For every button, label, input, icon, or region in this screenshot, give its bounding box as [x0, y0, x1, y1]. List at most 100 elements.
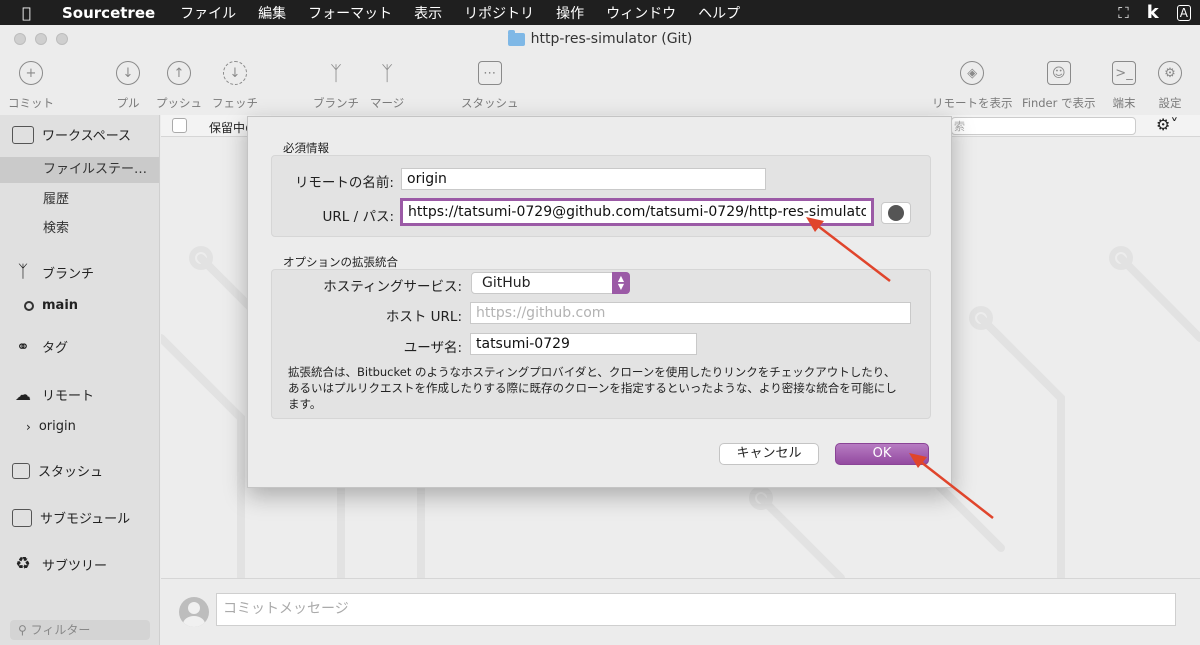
menu-format[interactable]: フォーマット — [308, 3, 392, 23]
branch-icon: ᛉ — [330, 61, 342, 85]
push-label: プッシュ — [156, 96, 202, 110]
sidebar-workspace[interactable]: ワークスペース — [12, 125, 131, 144]
sidebar-tags-label: タグ — [42, 341, 69, 356]
chevron-right-icon[interactable]: › — [26, 420, 31, 434]
select-all-checkbox[interactable] — [172, 118, 187, 133]
select-arrows-icon: ▲ ▼ — [612, 272, 630, 294]
host-url-input[interactable] — [470, 302, 911, 324]
sidebar-stashes-label: スタッシュ — [38, 465, 104, 480]
show-in-finder-button[interactable]: ☺ Finder で表示 — [1022, 61, 1096, 111]
a-app-icon[interactable]: A — [1176, 4, 1191, 21]
stash-icon — [12, 462, 30, 479]
menu-file[interactable]: ファイル — [180, 3, 236, 23]
hosting-service-label: ホスティングサービス: — [323, 279, 462, 295]
sidebar: ワークスペース ファイルステー… 履歴 検索 ᛉ ブランチ main ⚭ タグ … — [0, 115, 160, 645]
menu-edit[interactable]: 編集 — [258, 3, 286, 23]
sidebar-submodules[interactable]: サブモジュール — [12, 508, 130, 527]
stash-button[interactable]: ⋯ スタッシュ — [461, 61, 519, 111]
k-app-icon[interactable]: k — [1147, 2, 1159, 23]
username-label: ユーザ名: — [403, 340, 462, 356]
optional-integration-heading: オプションの拡張統合 — [283, 255, 398, 269]
window-controls — [14, 33, 68, 45]
commit-button[interactable]: + コミット — [8, 61, 54, 111]
fetch-button[interactable]: ↓ フェッチ — [212, 61, 258, 111]
sidebar-item-search[interactable]: 検索 — [0, 216, 159, 242]
pull-button[interactable]: ↓ プル — [116, 61, 140, 111]
sidebar-submodules-label: サブモジュール — [40, 512, 131, 527]
cancel-button[interactable]: キャンセル — [719, 443, 819, 465]
stash-label: スタッシュ — [461, 96, 519, 110]
sidebar-branches-label: ブランチ — [42, 266, 95, 282]
hosting-service-value: GitHub — [482, 275, 531, 291]
gear-menu-icon[interactable]: ⚙˅ — [1156, 115, 1178, 134]
minimize-window-button[interactable] — [35, 33, 47, 45]
sidebar-item-history[interactable]: 履歴 — [0, 187, 159, 213]
plus-circle-icon: + — [19, 61, 43, 85]
integration-description-line-2: あるいはプルリクエストを作成したりする際に既存のクローンを指定するといったような… — [288, 381, 897, 395]
sidebar-item-main[interactable]: main — [24, 298, 78, 313]
sidebar-item-file-status[interactable]: ファイルステー… — [0, 157, 159, 183]
commit-label: コミット — [8, 96, 54, 110]
terminal-button[interactable]: >_ 端末 — [1112, 61, 1136, 111]
url-path-input[interactable] — [400, 198, 874, 226]
search-icon: ⚲ — [18, 623, 27, 637]
submodule-icon — [12, 508, 32, 527]
sidebar-stashes[interactable]: スタッシュ — [12, 461, 103, 480]
folder-icon — [507, 29, 525, 46]
branch-label: ブランチ — [313, 96, 359, 110]
branch-button[interactable]: ᛉ ブランチ — [313, 61, 359, 111]
ok-button[interactable]: OK — [835, 443, 929, 465]
menu-bar:  Sourcetree ファイル 編集 フォーマット 表示 リポジトリ 操作 … — [0, 0, 1200, 25]
menu-repository[interactable]: リポジトリ — [464, 3, 534, 23]
arrow-down-circle-icon: ↓ — [116, 61, 140, 85]
sidebar-subtrees[interactable]: ♻ サブツリー — [12, 554, 107, 574]
zoom-window-button[interactable] — [56, 33, 68, 45]
menu-window[interactable]: ウィンドウ — [606, 3, 676, 23]
sidebar-tags[interactable]: ⚭ タグ — [12, 337, 68, 356]
hosting-service-select[interactable]: GitHub ▲ ▼ — [471, 272, 630, 294]
commit-message-input[interactable]: コミットメッセージ — [216, 593, 1176, 626]
integration-description: 拡張統合は、Bitbucket のようなホスティングプロバイダと、クローンを使用… — [288, 364, 928, 412]
menu-app-name[interactable]: Sourcetree — [62, 4, 155, 22]
sidebar-item-origin[interactable]: › origin — [26, 419, 76, 434]
remote-name-input[interactable] — [401, 168, 766, 190]
settings-button[interactable]: ⚙ 設定 — [1158, 61, 1182, 111]
terminal-icon: >_ — [1112, 61, 1136, 85]
stash-icon: ⋯ — [477, 61, 502, 85]
toolbar: + コミット ↓ プル ↑ プッシュ ↓ フェッチ ᛉ ブランチ ᛉ マージ ⋯… — [0, 53, 1200, 115]
pull-label: プル — [116, 96, 140, 110]
subtree-icon: ♻ — [15, 554, 31, 574]
username-input[interactable] — [470, 333, 697, 355]
commit-area: コミットメッセージ — [161, 578, 1200, 645]
push-button[interactable]: ↑ プッシュ — [156, 61, 202, 111]
show-remote-button[interactable]: ◈ リモートを表示 — [932, 61, 1013, 111]
docker-icon[interactable]: ⛶ — [1118, 4, 1129, 22]
merge-button[interactable]: ᛉ マージ — [370, 61, 404, 111]
branch-icon: ᛉ — [17, 262, 29, 282]
window-title: http-res-simulator (Git) — [507, 29, 693, 47]
globe-icon: ◈ — [960, 61, 985, 85]
settings-label: 設定 — [1158, 96, 1182, 110]
show-remote-label: リモートを表示 — [932, 96, 1013, 110]
gear-icon: ⚙ — [1158, 61, 1182, 85]
window-title-text: http-res-simulator (Git) — [530, 31, 693, 47]
fetch-label: フェッチ — [212, 96, 258, 110]
file-search-input[interactable]: 索 — [951, 117, 1136, 135]
sidebar-branches[interactable]: ᛉ ブランチ — [12, 262, 94, 282]
remote-name-label: リモートの名前: — [294, 175, 394, 191]
browse-remote-button[interactable] — [881, 202, 911, 224]
sidebar-main-label: main — [42, 298, 79, 313]
fetch-icon: ↓ — [223, 61, 247, 85]
menu-actions[interactable]: 操作 — [556, 3, 584, 23]
globe-icon — [888, 205, 904, 221]
merge-icon: ᛉ — [381, 61, 394, 85]
sidebar-remotes[interactable]: ☁ リモート — [12, 385, 94, 404]
sidebar-origin-label: origin — [38, 419, 76, 434]
apple-icon[interactable]:  — [22, 4, 44, 22]
menu-view[interactable]: 表示 — [414, 3, 442, 23]
monitor-icon — [12, 125, 34, 144]
sidebar-filter-input[interactable]: ⚲ フィルター — [10, 620, 150, 640]
close-window-button[interactable] — [14, 33, 26, 45]
host-url-label: ホスト URL: — [385, 309, 462, 325]
menu-help[interactable]: ヘルプ — [698, 3, 740, 23]
